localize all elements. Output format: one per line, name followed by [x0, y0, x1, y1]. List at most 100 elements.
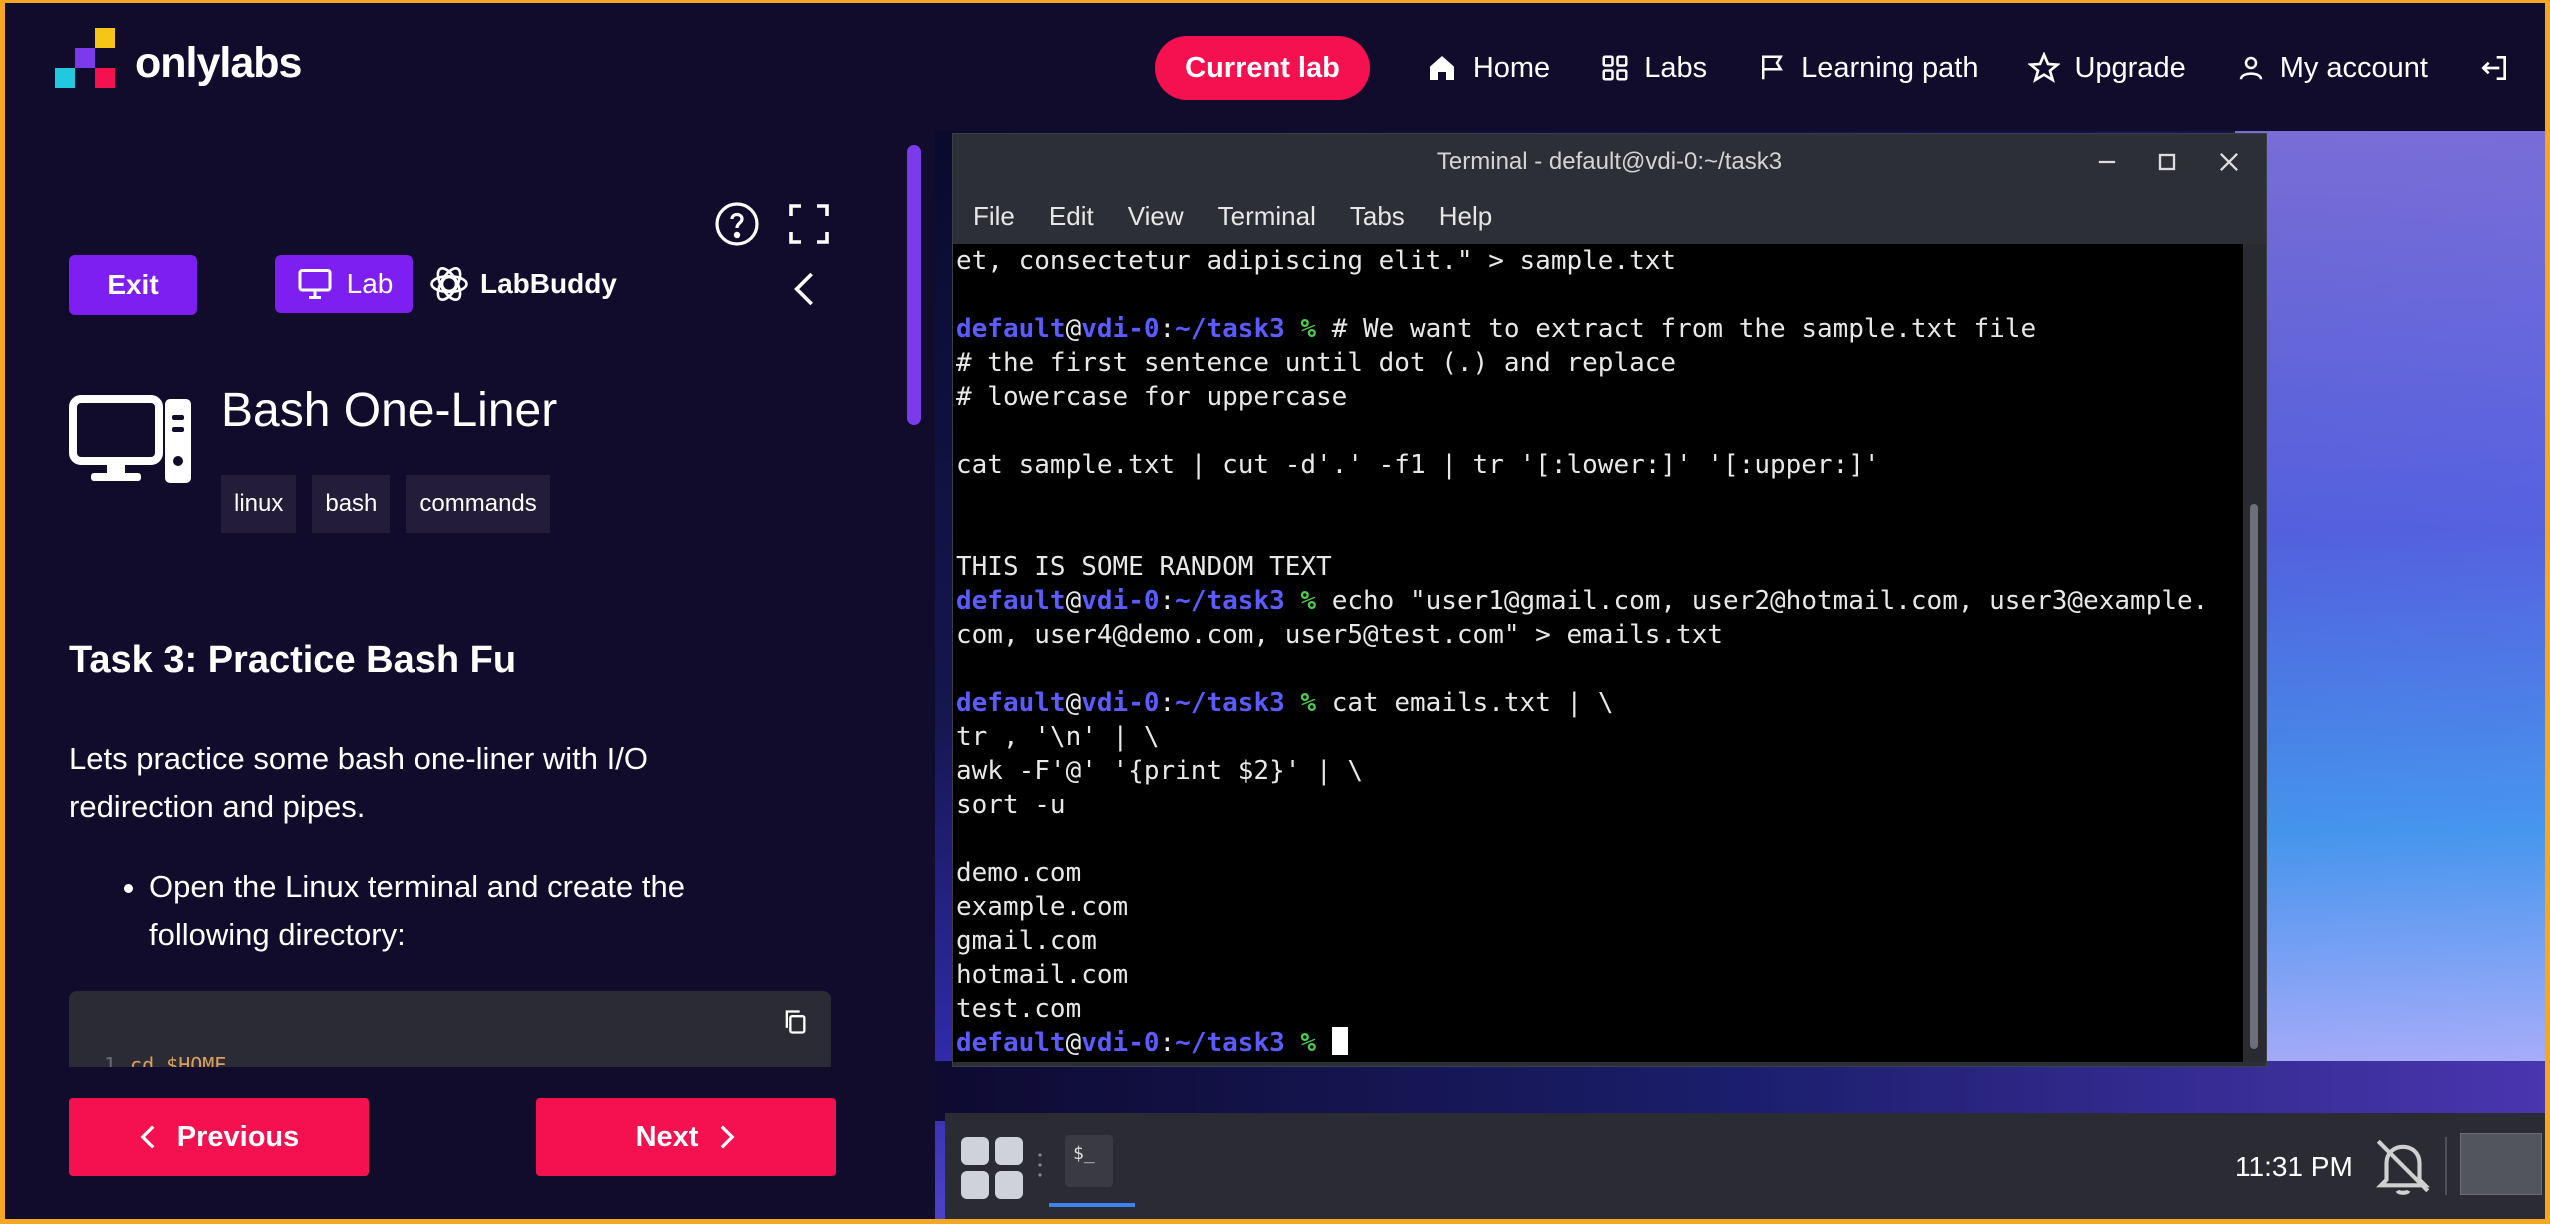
nav-learning-path-label: Learning path: [1801, 51, 1979, 84]
minimize-button[interactable]: [2093, 148, 2121, 181]
term-line: gmail.com: [956, 926, 1097, 956]
logout-icon: [2481, 56, 2506, 80]
task-steps: Open the Linux terminal and create the f…: [69, 863, 789, 959]
collapse-panel-button[interactable]: [785, 265, 825, 318]
lab-title: Bash One-Liner: [221, 384, 558, 437]
wallpaper-wave: [2235, 131, 2545, 1131]
tab-lab-label: Lab: [346, 268, 394, 299]
prompt: default@vdi-0:~/task3 %: [956, 586, 1317, 616]
tag-list: linux bash commands: [221, 475, 566, 533]
term-line: sort -u: [956, 790, 1066, 820]
nav-learning-path[interactable]: Learning path: [1757, 52, 1978, 85]
term-line: et, consectetur adipiscing elit." > samp…: [956, 246, 1677, 276]
task-description: Lets practice some bash one-liner with I…: [69, 741, 648, 824]
maximize-button[interactable]: [2153, 148, 2181, 181]
menu-file[interactable]: File: [973, 201, 1015, 232]
nav-home-label: Home: [1472, 51, 1551, 84]
nav-my-account[interactable]: My account: [2236, 52, 2428, 85]
term-line: com, user4@demo.com, user5@test.com" > e…: [956, 620, 1724, 650]
code-text: cd $HOME: [130, 1053, 227, 1067]
nav-home[interactable]: Home: [1425, 52, 1550, 85]
term-line: THIS IS SOME RANDOM TEXT: [956, 552, 1332, 582]
nav-labs-label: Labs: [1644, 51, 1708, 84]
menu-terminal[interactable]: Terminal: [1218, 201, 1316, 232]
desktop-computer-icon: [69, 395, 191, 492]
close-icon: [2220, 153, 2238, 171]
term-line: cat sample.txt | cut -d'.' -f1 | tr '[:l…: [956, 450, 1880, 480]
grid-icon: [1602, 55, 1628, 81]
term-line: hotmail.com: [956, 960, 1129, 990]
nav-upgrade-label: Upgrade: [2074, 51, 2186, 84]
term-line: example.com: [956, 892, 1129, 922]
user-icon: [2239, 56, 2262, 80]
prompt: default@vdi-0:~/task3 %: [956, 1028, 1317, 1058]
menu-help[interactable]: Help: [1439, 201, 1492, 232]
terminal-menubar: File Edit View Terminal Tabs Help: [953, 190, 2266, 242]
previous-label: Previous: [176, 1120, 300, 1153]
scrollbar-thumb[interactable]: [2250, 504, 2258, 1049]
main-nav: Current lab Home Labs Learning path Upgr…: [1155, 33, 2545, 103]
terminal-output[interactable]: et, consectetur adipiscing elit." > samp…: [953, 244, 2243, 1062]
fullscreen-icon: [789, 204, 829, 244]
nav-my-account-label: My account: [2279, 51, 2428, 84]
help-button[interactable]: [713, 200, 761, 253]
terminal-text: et, consectetur adipiscing elit." > samp…: [956, 244, 2208, 1060]
close-button[interactable]: [2215, 148, 2243, 181]
line-number: 1: [104, 1053, 117, 1067]
brand-name: onlylabs: [135, 38, 302, 87]
help-icon: [715, 202, 759, 246]
top-navbar: onlylabs Current lab Home Labs Learning …: [5, 3, 2545, 131]
tab-labbuddy-label: LabBuddy: [480, 268, 617, 299]
list-item: Open the Linux terminal and create the f…: [149, 863, 789, 959]
desktop-taskbar: $_ 11:31 PM: [945, 1113, 2545, 1219]
fullscreen-button[interactable]: [785, 200, 833, 253]
next-label: Next: [635, 1120, 699, 1153]
taskbar-terminal-app[interactable]: $_: [1065, 1135, 1113, 1187]
notifications-button[interactable]: [2370, 1133, 2436, 1204]
tag[interactable]: bash: [312, 475, 391, 533]
copy-button[interactable]: [781, 1007, 809, 1042]
nav-upgrade[interactable]: Upgrade: [2028, 51, 2186, 85]
previous-button[interactable]: Previous: [69, 1098, 369, 1176]
tag[interactable]: linux: [221, 475, 297, 533]
terminal-window[interactable]: Terminal - default@vdi-0:~/task3 File Ed…: [952, 133, 2267, 1067]
apps-menu-button[interactable]: [959, 1135, 1025, 1206]
menu-tabs[interactable]: Tabs: [1350, 201, 1405, 232]
nav-labs[interactable]: Labs: [1600, 52, 1707, 85]
tab-lab[interactable]: Lab: [275, 255, 413, 313]
monitor-icon: [298, 269, 332, 299]
term-line: # lowercase for uppercase: [956, 382, 1348, 412]
star-icon: [2028, 52, 2061, 83]
app-frame: onlylabs Current lab Home Labs Learning …: [0, 0, 2550, 1224]
bell-off-icon: [2376, 1139, 2430, 1195]
text-cursor: [1331, 1027, 1348, 1055]
logo-mark-icon: [50, 28, 120, 98]
brand-logo[interactable]: onlylabs: [50, 28, 302, 98]
exit-button[interactable]: Exit: [69, 255, 197, 315]
show-desktop-button[interactable]: [2460, 1133, 2542, 1195]
menu-view[interactable]: View: [1128, 201, 1184, 232]
taskbar-clock[interactable]: 11:31 PM: [2235, 1151, 2353, 1183]
menu-edit[interactable]: Edit: [1049, 201, 1094, 232]
terminal-titlebar[interactable]: Terminal - default@vdi-0:~/task3: [953, 134, 2266, 190]
term-line: echo "user1@gmail.com, user2@hotmail.com…: [1316, 586, 2209, 616]
next-button[interactable]: Next: [536, 1098, 836, 1176]
home-icon: [1429, 56, 1454, 80]
terminal-scrollbar[interactable]: [2243, 244, 2266, 1062]
current-lab-button[interactable]: Current lab: [1155, 36, 1370, 100]
term-line: demo.com: [956, 858, 1082, 888]
wallpaper-band: [935, 1061, 2545, 1121]
taskbar-separator: [2445, 1137, 2447, 1195]
tag[interactable]: commands: [406, 475, 550, 533]
term-line: tr , '\n' | \: [956, 722, 1160, 752]
separator-dots-icon: [1038, 1153, 1042, 1177]
flag-icon: [1762, 55, 1784, 80]
term-line: test.com: [956, 994, 1082, 1024]
panel-scrollbar[interactable]: [907, 145, 921, 425]
logout-button[interactable]: [2478, 52, 2510, 84]
chevron-left-icon: [794, 272, 813, 306]
prompt: default@vdi-0:~/task3 %: [956, 314, 1317, 344]
term-line: # We want to extract from the sample.txt…: [1316, 314, 2037, 344]
copy-icon: [785, 1010, 806, 1034]
tab-labbuddy[interactable]: LabBuddy: [428, 255, 617, 313]
